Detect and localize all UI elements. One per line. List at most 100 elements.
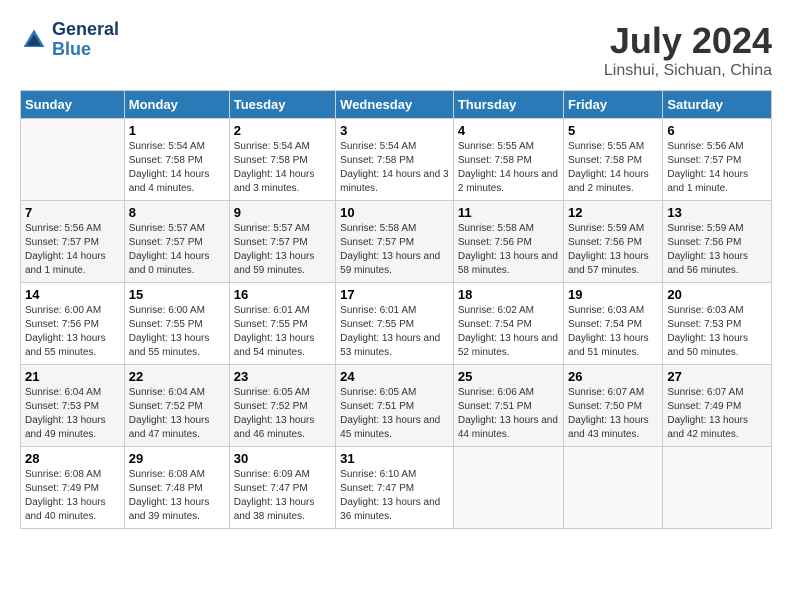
- day-info: Sunrise: 6:05 AMSunset: 7:51 PMDaylight:…: [340, 387, 440, 440]
- day-info: Sunrise: 6:05 AMSunset: 7:52 PMDaylight:…: [234, 387, 315, 440]
- day-cell: 24 Sunrise: 6:05 AMSunset: 7:51 PMDaylig…: [336, 365, 454, 447]
- day-number: 25: [458, 369, 559, 384]
- day-cell: 8 Sunrise: 5:57 AMSunset: 7:57 PMDayligh…: [124, 201, 229, 283]
- day-cell: [453, 447, 563, 529]
- day-number: 31: [340, 451, 449, 466]
- day-info: Sunrise: 5:55 AMSunset: 7:58 PMDaylight:…: [568, 141, 649, 194]
- day-number: 5: [568, 123, 658, 138]
- day-cell: 11 Sunrise: 5:58 AMSunset: 7:56 PMDaylig…: [453, 201, 563, 283]
- day-number: 4: [458, 123, 559, 138]
- day-number: 16: [234, 287, 331, 302]
- main-title: July 2024: [604, 20, 772, 62]
- day-cell: 29 Sunrise: 6:08 AMSunset: 7:48 PMDaylig…: [124, 447, 229, 529]
- week-row-2: 7 Sunrise: 5:56 AMSunset: 7:57 PMDayligh…: [21, 201, 772, 283]
- day-cell: 15 Sunrise: 6:00 AMSunset: 7:55 PMDaylig…: [124, 283, 229, 365]
- day-info: Sunrise: 6:01 AMSunset: 7:55 PMDaylight:…: [234, 305, 315, 358]
- day-cell: [564, 447, 663, 529]
- day-number: 15: [129, 287, 225, 302]
- day-info: Sunrise: 5:54 AMSunset: 7:58 PMDaylight:…: [129, 141, 210, 194]
- day-number: 27: [667, 369, 767, 384]
- day-info: Sunrise: 6:08 AMSunset: 7:49 PMDaylight:…: [25, 469, 106, 522]
- day-number: 17: [340, 287, 449, 302]
- day-cell: 22 Sunrise: 6:04 AMSunset: 7:52 PMDaylig…: [124, 365, 229, 447]
- day-number: 23: [234, 369, 331, 384]
- day-cell: 30 Sunrise: 6:09 AMSunset: 7:47 PMDaylig…: [229, 447, 335, 529]
- day-cell: 17 Sunrise: 6:01 AMSunset: 7:55 PMDaylig…: [336, 283, 454, 365]
- day-number: 30: [234, 451, 331, 466]
- day-info: Sunrise: 5:56 AMSunset: 7:57 PMDaylight:…: [25, 223, 106, 276]
- day-info: Sunrise: 5:57 AMSunset: 7:57 PMDaylight:…: [234, 223, 315, 276]
- day-info: Sunrise: 5:55 AMSunset: 7:58 PMDaylight:…: [458, 141, 558, 194]
- page-header: General Blue July 2024 Linshui, Sichuan,…: [20, 20, 772, 80]
- day-number: 26: [568, 369, 658, 384]
- day-cell: 25 Sunrise: 6:06 AMSunset: 7:51 PMDaylig…: [453, 365, 563, 447]
- day-cell: 3 Sunrise: 5:54 AMSunset: 7:58 PMDayligh…: [336, 119, 454, 201]
- day-number: 7: [25, 205, 120, 220]
- day-number: 18: [458, 287, 559, 302]
- day-info: Sunrise: 5:58 AMSunset: 7:56 PMDaylight:…: [458, 223, 558, 276]
- subtitle: Linshui, Sichuan, China: [604, 62, 772, 80]
- day-info: Sunrise: 5:56 AMSunset: 7:57 PMDaylight:…: [667, 141, 748, 194]
- day-cell: 27 Sunrise: 6:07 AMSunset: 7:49 PMDaylig…: [663, 365, 772, 447]
- day-cell: 6 Sunrise: 5:56 AMSunset: 7:57 PMDayligh…: [663, 119, 772, 201]
- day-info: Sunrise: 6:07 AMSunset: 7:50 PMDaylight:…: [568, 387, 649, 440]
- day-info: Sunrise: 6:02 AMSunset: 7:54 PMDaylight:…: [458, 305, 558, 358]
- day-number: 21: [25, 369, 120, 384]
- day-cell: 16 Sunrise: 6:01 AMSunset: 7:55 PMDaylig…: [229, 283, 335, 365]
- day-info: Sunrise: 5:54 AMSunset: 7:58 PMDaylight:…: [234, 141, 315, 194]
- day-cell: 4 Sunrise: 5:55 AMSunset: 7:58 PMDayligh…: [453, 119, 563, 201]
- day-number: 22: [129, 369, 225, 384]
- day-info: Sunrise: 5:59 AMSunset: 7:56 PMDaylight:…: [568, 223, 649, 276]
- day-cell: 19 Sunrise: 6:03 AMSunset: 7:54 PMDaylig…: [564, 283, 663, 365]
- day-number: 29: [129, 451, 225, 466]
- day-number: 28: [25, 451, 120, 466]
- day-info: Sunrise: 6:08 AMSunset: 7:48 PMDaylight:…: [129, 469, 210, 522]
- logo-text: General Blue: [52, 20, 119, 60]
- day-number: 3: [340, 123, 449, 138]
- day-number: 24: [340, 369, 449, 384]
- logo-icon: [20, 26, 48, 54]
- day-number: 19: [568, 287, 658, 302]
- day-cell: 13 Sunrise: 5:59 AMSunset: 7:56 PMDaylig…: [663, 201, 772, 283]
- column-header-saturday: Saturday: [663, 91, 772, 119]
- day-info: Sunrise: 6:01 AMSunset: 7:55 PMDaylight:…: [340, 305, 440, 358]
- day-cell: 7 Sunrise: 5:56 AMSunset: 7:57 PMDayligh…: [21, 201, 125, 283]
- day-info: Sunrise: 6:03 AMSunset: 7:54 PMDaylight:…: [568, 305, 649, 358]
- column-header-monday: Monday: [124, 91, 229, 119]
- day-cell: 5 Sunrise: 5:55 AMSunset: 7:58 PMDayligh…: [564, 119, 663, 201]
- day-number: 11: [458, 205, 559, 220]
- day-info: Sunrise: 6:00 AMSunset: 7:55 PMDaylight:…: [129, 305, 210, 358]
- day-cell: 10 Sunrise: 5:58 AMSunset: 7:57 PMDaylig…: [336, 201, 454, 283]
- calendar-table: SundayMondayTuesdayWednesdayThursdayFrid…: [20, 90, 772, 529]
- day-info: Sunrise: 6:04 AMSunset: 7:53 PMDaylight:…: [25, 387, 106, 440]
- day-info: Sunrise: 6:09 AMSunset: 7:47 PMDaylight:…: [234, 469, 315, 522]
- day-number: 13: [667, 205, 767, 220]
- day-cell: 28 Sunrise: 6:08 AMSunset: 7:49 PMDaylig…: [21, 447, 125, 529]
- day-cell: 9 Sunrise: 5:57 AMSunset: 7:57 PMDayligh…: [229, 201, 335, 283]
- week-row-5: 28 Sunrise: 6:08 AMSunset: 7:49 PMDaylig…: [21, 447, 772, 529]
- day-info: Sunrise: 5:57 AMSunset: 7:57 PMDaylight:…: [129, 223, 210, 276]
- day-cell: 2 Sunrise: 5:54 AMSunset: 7:58 PMDayligh…: [229, 119, 335, 201]
- day-info: Sunrise: 5:54 AMSunset: 7:58 PMDaylight:…: [340, 141, 448, 194]
- day-number: 20: [667, 287, 767, 302]
- day-info: Sunrise: 5:59 AMSunset: 7:56 PMDaylight:…: [667, 223, 748, 276]
- column-header-tuesday: Tuesday: [229, 91, 335, 119]
- day-cell: 12 Sunrise: 5:59 AMSunset: 7:56 PMDaylig…: [564, 201, 663, 283]
- day-info: Sunrise: 6:10 AMSunset: 7:47 PMDaylight:…: [340, 469, 440, 522]
- day-cell: [21, 119, 125, 201]
- day-number: 6: [667, 123, 767, 138]
- day-number: 14: [25, 287, 120, 302]
- day-cell: 26 Sunrise: 6:07 AMSunset: 7:50 PMDaylig…: [564, 365, 663, 447]
- column-header-wednesday: Wednesday: [336, 91, 454, 119]
- day-cell: 1 Sunrise: 5:54 AMSunset: 7:58 PMDayligh…: [124, 119, 229, 201]
- week-row-1: 1 Sunrise: 5:54 AMSunset: 7:58 PMDayligh…: [21, 119, 772, 201]
- day-info: Sunrise: 5:58 AMSunset: 7:57 PMDaylight:…: [340, 223, 440, 276]
- day-info: Sunrise: 6:04 AMSunset: 7:52 PMDaylight:…: [129, 387, 210, 440]
- week-row-4: 21 Sunrise: 6:04 AMSunset: 7:53 PMDaylig…: [21, 365, 772, 447]
- day-cell: 21 Sunrise: 6:04 AMSunset: 7:53 PMDaylig…: [21, 365, 125, 447]
- logo: General Blue: [20, 20, 119, 60]
- header-row: SundayMondayTuesdayWednesdayThursdayFrid…: [21, 91, 772, 119]
- title-block: July 2024 Linshui, Sichuan, China: [604, 20, 772, 80]
- day-number: 9: [234, 205, 331, 220]
- day-info: Sunrise: 6:06 AMSunset: 7:51 PMDaylight:…: [458, 387, 558, 440]
